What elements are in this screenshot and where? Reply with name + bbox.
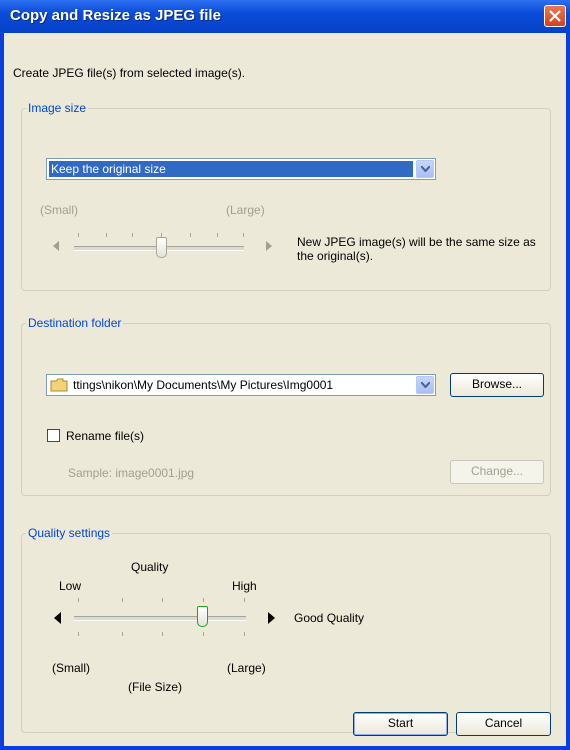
slider-tick: [217, 233, 218, 237]
slider-tick: [162, 632, 163, 636]
dialog-body: Create JPEG file(s) from selected image(…: [4, 33, 566, 746]
quality-group: Quality settings: [21, 526, 551, 733]
slider-tick: [106, 233, 107, 237]
sample-filename: Sample: image0001.jpg: [68, 466, 195, 480]
slider-tick: [162, 598, 163, 602]
start-button[interactable]: Start: [353, 712, 448, 736]
slider-tick: [122, 598, 123, 602]
slider-tick: [78, 632, 79, 636]
slider-tick: [243, 233, 244, 237]
image-size-selected: Keep the original size: [49, 161, 413, 177]
close-button[interactable]: [544, 5, 566, 27]
rename-checkbox[interactable]: [47, 429, 60, 442]
quality-low-label: Low: [59, 579, 82, 593]
image-size-slider-thumb[interactable]: [156, 237, 167, 258]
browse-button[interactable]: Browse...: [450, 373, 544, 397]
title-bar[interactable]: Copy and Resize as JPEG file: [0, 0, 570, 33]
slider-left-arrow-icon[interactable]: [53, 241, 59, 251]
slider-tick: [190, 233, 191, 237]
slider-tick: [203, 598, 204, 602]
slider-tick: [78, 233, 79, 237]
destination-dropdown-button[interactable]: [416, 376, 434, 394]
file-size-label: (File Size): [128, 680, 183, 694]
image-size-large-label: (Large): [226, 203, 265, 217]
dialog-window: Copy and Resize as JPEG file Create JPEG…: [0, 0, 570, 750]
image-size-small-label: (Small): [40, 203, 78, 217]
chevron-down-icon: [421, 166, 430, 172]
slider-right-arrow-icon[interactable]: [266, 241, 272, 251]
destination-path-select[interactable]: ttings\nikon\My Documents\My Pictures\Im…: [46, 374, 436, 396]
quality-legend: Quality settings: [28, 526, 111, 540]
quality-slider-track[interactable]: [74, 616, 246, 621]
quality-slider-thumb[interactable]: [197, 606, 208, 627]
slider-tick: [244, 598, 245, 602]
close-icon: [549, 10, 561, 22]
quality-right-arrow-icon[interactable]: [268, 612, 275, 624]
destination-legend: Destination folder: [28, 316, 122, 330]
quality-left-arrow-icon[interactable]: [54, 612, 61, 624]
slider-tick: [122, 632, 123, 636]
file-size-small-label: (Small): [52, 661, 90, 675]
image-size-note: New JPEG image(s) will be the same size …: [297, 235, 536, 263]
slider-tick: [78, 598, 79, 602]
slider-tick: [203, 632, 204, 636]
rename-label[interactable]: Rename file(s): [66, 429, 144, 443]
image-size-dropdown-button[interactable]: [416, 160, 434, 178]
image-size-legend: Image size: [28, 101, 87, 115]
slider-tick: [132, 233, 133, 237]
cancel-button[interactable]: Cancel: [456, 712, 551, 736]
destination-path: ttings\nikon\My Documents\My Pictures\Im…: [73, 378, 334, 392]
window-title: Copy and Resize as JPEG file: [10, 7, 221, 24]
quality-status: Good Quality: [294, 611, 365, 625]
dialog-description: Create JPEG file(s) from selected image(…: [13, 66, 246, 80]
image-size-select[interactable]: Keep the original size: [46, 158, 436, 180]
quality-label: Quality: [131, 560, 169, 574]
change-button[interactable]: Change...: [450, 460, 544, 484]
slider-tick: [244, 632, 245, 636]
quality-high-label: High: [232, 579, 257, 593]
file-size-large-label: (Large): [227, 661, 266, 675]
folder-icon: [50, 378, 68, 392]
chevron-down-icon: [421, 382, 430, 388]
